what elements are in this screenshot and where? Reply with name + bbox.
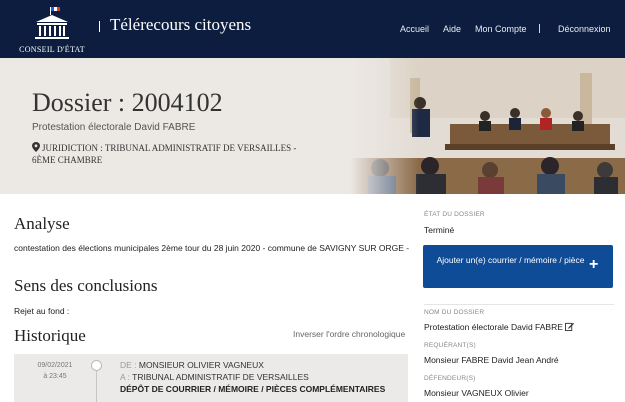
dossier-title: Dossier : 2004102 [32, 88, 223, 117]
nom-dossier-label: NOM DU DOSSIER [424, 309, 485, 316]
logo-text: CONSEIL D'ÉTAT [19, 45, 85, 54]
timeline-type: DÉPÔT DE COURRIER / MÉMOIRE / PIÈCES COM… [120, 384, 386, 394]
add-document-button[interactable]: Ajouter un(e) courrier / mémoire / pièce… [423, 245, 613, 288]
timeline-line [96, 370, 97, 402]
nav-mon-compte[interactable]: Mon Compte [475, 24, 527, 34]
edit-icon[interactable] [564, 322, 574, 331]
requerant-label: REQUÉRANT(S) [424, 342, 476, 349]
timeline-to-label: A : [120, 372, 130, 382]
timeline-dot [91, 360, 102, 371]
sens-conclusions-text: Rejet au fond : [14, 306, 70, 316]
map-pin-icon [32, 142, 40, 152]
juridiction-info: JURIDICTION : TRIBUNAL ADMINISTRATIF DE … [32, 142, 322, 166]
timeline-to: A : TRIBUNAL ADMINISTRATIF DE VERSAILLES [120, 371, 385, 383]
defendeur-label: DÉFENDEUR(S) [424, 375, 476, 382]
timeline-date: 09/02/2021 à 23:45 [28, 360, 82, 382]
sens-conclusions-heading: Sens des conclusions [14, 276, 158, 295]
timeline-from: DE : MONSIEUR OLIVIER VAGNEUX [120, 359, 385, 371]
nav-aide[interactable]: Aide [443, 24, 461, 34]
marianne-building-icon [35, 7, 69, 39]
timeline-from-value: MONSIEUR OLIVIER VAGNEUX [138, 360, 264, 370]
analyse-text: contestation des élections municipales 2… [14, 243, 410, 253]
timeline-from-label: DE : [120, 360, 137, 370]
courtroom-illustration [350, 58, 625, 194]
nom-dossier-text: Protestation électorale David FABRE [424, 322, 563, 332]
dossier-subtitle: Protestation électorale David FABRE [32, 122, 196, 133]
historique-heading: Historique [14, 326, 86, 345]
analyse-heading: Analyse [14, 214, 70, 233]
brand-divider [99, 21, 100, 32]
timeline-details: DE : MONSIEUR OLIVIER VAGNEUX A : TRIBUN… [120, 359, 385, 395]
dossier-hero: Dossier : 2004102 Protestation électoral… [0, 58, 625, 194]
nav-accueil[interactable]: Accueil [400, 24, 429, 34]
timeline-entry[interactable]: 09/02/2021 à 23:45 DE : MONSIEUR OLIVIER… [14, 354, 408, 402]
defendeur-value: Monsieur VAGNEUX Olivier [424, 388, 529, 398]
nom-dossier-value: Protestation électorale David FABRE [424, 322, 574, 332]
timeline-date-day: 09/02/2021 [37, 362, 73, 369]
nav-divider [539, 24, 540, 33]
add-document-button-label: Ajouter un(e) courrier / mémoire / pièce [436, 255, 585, 265]
conseil-etat-logo[interactable]: CONSEIL D'ÉTAT [16, 4, 88, 56]
sidebar-divider [424, 304, 614, 305]
timeline-to-value: TRIBUNAL ADMINISTRATIF DE VERSAILLES [132, 372, 309, 382]
timeline-date-time: à 23:45 [43, 373, 67, 380]
requerant-value: Monsieur FABRE David Jean André [424, 355, 559, 365]
brand-title[interactable]: Télérecours citoyens [110, 15, 251, 35]
etat-label: ÉTAT DU DOSSIER [424, 211, 485, 218]
invert-order-link[interactable]: Inverser l'ordre chronologique [293, 329, 405, 339]
juridiction-text: JURIDICTION : TRIBUNAL ADMINISTRATIF DE … [32, 143, 297, 165]
top-header: CONSEIL D'ÉTAT Télérecours citoyens Accu… [0, 0, 625, 58]
plus-icon: + [589, 256, 599, 273]
etat-value: Terminé [424, 225, 455, 235]
nav-deconnexion[interactable]: Déconnexion [558, 24, 611, 34]
